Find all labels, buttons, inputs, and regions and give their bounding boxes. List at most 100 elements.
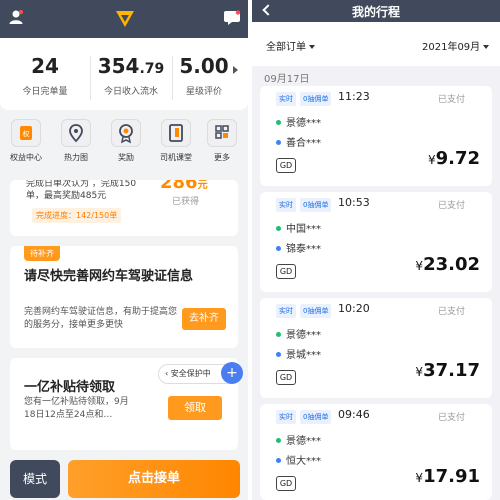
trip-origin: 中国*** <box>286 224 321 235</box>
trip-date-header: 09月17日 <box>264 74 310 85</box>
trip-filter-bar: 全部订单 2021年09月 <box>252 22 500 66</box>
trip-status: 已支付 <box>438 201 466 211</box>
quick-rewards[interactable]: 奖励 <box>102 115 150 163</box>
bottom-action-bar: 模式 点击接单 <box>0 456 248 500</box>
license-card-title: 请尽快完善网约车驾驶证信息 <box>24 269 194 284</box>
quick-more-label: 更多 <box>214 153 230 162</box>
gd-badge: GD <box>276 370 296 385</box>
map-pin-icon <box>61 119 91 147</box>
subsidy-card-title: 一亿补贴待领取 <box>24 380 116 395</box>
trip-card[interactable]: 实时 0抽佣单 11:23 已支付 景德*** 善合*** GD ¥9.72 <box>260 86 492 186</box>
quick-rewards-label: 奖励 <box>118 153 134 162</box>
quick-heatmap[interactable]: 热力图 <box>52 115 100 163</box>
trip-destination: 景城*** <box>286 350 321 361</box>
trip-origin: 景德*** <box>286 330 321 341</box>
origin-dot-icon <box>276 120 281 125</box>
reward-progress-card[interactable]: 完成日单次认为 ，完成150 单，最高奖励485元 286元 已获得 完成进度：… <box>10 180 238 236</box>
license-info-card: 待补齐 请尽快完善网约车驾驶证信息 完善网约车驾驶证信息，有助于提高您的服务分，… <box>10 246 238 348</box>
destination-dot-icon <box>276 352 281 357</box>
order-type-filter[interactable]: 全部订单 <box>266 38 315 53</box>
stat-rating-label: 星级评价 <box>185 87 222 97</box>
gd-badge: GD <box>276 264 296 279</box>
trip-status: 已支付 <box>438 413 466 423</box>
trip-card[interactable]: 实时 0抽佣单 10:20 已支付 景德*** 景城*** GD ¥37.17 <box>260 298 492 398</box>
stats-bar: 24 今日完单量 354.79 今日收入流水 5.00 星级评价 <box>0 38 248 110</box>
message-icon[interactable] <box>223 10 241 26</box>
trip-time: 10:53 <box>338 196 370 209</box>
destination-dot-icon <box>276 140 281 145</box>
origin-dot-icon <box>276 226 281 231</box>
safety-plus-icon[interactable]: + <box>221 362 243 384</box>
commission-badge: 0抽佣单 <box>300 410 332 424</box>
reward-earned-label: 已获得 <box>172 197 200 207</box>
mode-button[interactable]: 模式 <box>10 460 60 498</box>
quick-more[interactable]: 更多 <box>198 115 246 163</box>
destination-dot-icon <box>276 458 281 463</box>
trip-status: 已支付 <box>438 95 466 105</box>
gd-badge: GD <box>276 158 296 173</box>
trip-price: ¥37.17 <box>415 360 480 381</box>
trip-card[interactable]: 实时 0抽佣单 10:53 已支付 中国*** 锦泰*** GD ¥23.02 <box>260 192 492 292</box>
quick-benefits[interactable]: 权 权益中心 <box>2 115 50 163</box>
commission-badge: 0抽佣单 <box>300 198 332 212</box>
user-profile-icon[interactable] <box>8 9 24 25</box>
trip-origin: 景德*** <box>286 436 321 447</box>
quick-benefits-label: 权益中心 <box>10 153 42 162</box>
trip-price: ¥23.02 <box>415 254 480 275</box>
commission-badge: 0抽佣单 <box>300 92 332 106</box>
gd-badge: GD <box>276 476 296 491</box>
trips-header: 我的行程 <box>252 0 500 22</box>
safety-label: 安全保护中 <box>170 369 211 378</box>
month-filter[interactable]: 2021年09月 <box>422 38 490 53</box>
origin-dot-icon <box>276 332 281 337</box>
trip-price: ¥9.72 <box>427 148 480 169</box>
class-icon <box>161 119 191 147</box>
stat-income-value: 354.79 <box>97 54 165 78</box>
caret-down-icon <box>483 45 490 49</box>
accept-orders-button[interactable]: 点击接单 <box>68 460 240 498</box>
quick-driver-class[interactable]: 司机课堂 <box>152 115 200 163</box>
trip-time: 09:46 <box>338 408 370 421</box>
driver-header <box>0 0 248 38</box>
pending-tag: 待补齐 <box>24 246 60 261</box>
stat-orders[interactable]: 24 今日完单量 <box>0 38 90 97</box>
trip-destination: 锦泰*** <box>286 244 321 255</box>
trip-destination: 善合*** <box>286 138 321 149</box>
trip-destination: 恒大*** <box>286 456 321 467</box>
svg-text:权: 权 <box>23 129 30 138</box>
complete-license-button[interactable]: 去补齐 <box>182 308 226 330</box>
grid-icon <box>207 119 237 147</box>
stat-orders-label: 今日完单量 <box>22 87 68 97</box>
trip-type-badge: 实时 <box>276 198 296 212</box>
destination-dot-icon <box>276 246 281 251</box>
stat-orders-value: 24 <box>31 54 59 78</box>
driver-home-panel: 24 今日完单量 354.79 今日收入流水 5.00 星级评价 权 权益中心 … <box>0 0 248 500</box>
stat-income-label: 今日收入流水 <box>103 87 158 97</box>
trip-price: ¥17.91 <box>415 466 480 487</box>
trip-time: 11:23 <box>338 90 370 103</box>
quick-actions: 权 权益中心 热力图 奖励 司机课堂 更多 <box>0 115 248 175</box>
my-trips-panel: 我的行程 全部订单 2021年09月 09月17日 实时 0抽佣单 11:23 … <box>252 0 500 500</box>
subsidy-card-desc: 您有一亿补贴待领取，9月18日12点至24点和… <box>24 397 129 420</box>
trip-origin: 景德*** <box>286 118 321 129</box>
commission-badge: 0抽佣单 <box>300 304 332 318</box>
trip-time: 10:20 <box>338 302 370 315</box>
trip-type-badge: 实时 <box>276 410 296 424</box>
origin-dot-icon <box>276 438 281 443</box>
stat-income[interactable]: 354.79 今日收入流水 <box>91 38 171 97</box>
benefits-icon: 权 <box>11 119 41 147</box>
trip-card[interactable]: 实时 0抽佣单 09:46 已支付 景德*** 恒大*** GD ¥17.91 <box>260 404 492 500</box>
stat-rating-value: 5.00 <box>179 54 229 78</box>
caret-down-icon <box>309 45 315 49</box>
stat-rating[interactable]: 5.00 星级评价 <box>173 38 235 97</box>
reward-amount: 286元 <box>160 180 208 193</box>
app-logo-icon <box>116 11 134 27</box>
stats-more-arrow-icon[interactable] <box>233 66 238 74</box>
quick-heatmap-label: 热力图 <box>64 153 88 162</box>
trip-status: 已支付 <box>438 307 466 317</box>
trip-type-badge: 实时 <box>276 304 296 318</box>
trip-type-badge: 实时 <box>276 92 296 106</box>
reward-progress-badge: 完成进度：142/150单 <box>32 208 122 223</box>
license-card-desc: 完善网约车驾驶证信息，有助于提高您的服务分，接单更多更快 <box>24 307 178 330</box>
claim-subsidy-button[interactable]: 领取 <box>168 396 222 420</box>
